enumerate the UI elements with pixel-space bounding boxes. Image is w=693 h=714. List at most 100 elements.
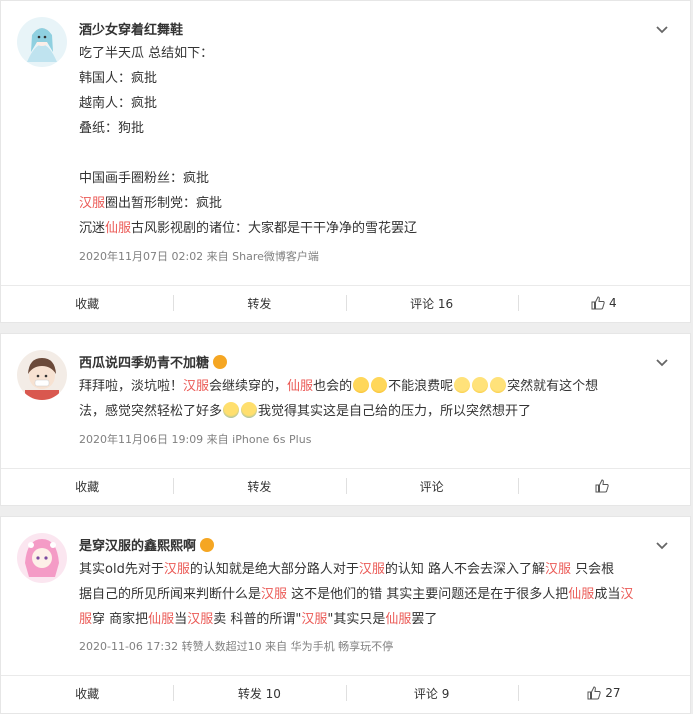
username[interactable]: 酒少女穿着红舞鞋 <box>79 19 183 38</box>
smile-emoji-icon <box>472 377 489 393</box>
repost-button[interactable]: 转发 10 <box>173 676 345 710</box>
avatar[interactable] <box>17 17 67 67</box>
comment-card: 西瓜说四季奶青不加糖 拜拜啦，淡坑啦！汉服会继续穿的，仙服也会的 不能浪费呢 突然就… <box>0 333 691 506</box>
chevron-down-icon[interactable] <box>654 21 670 37</box>
like-button[interactable]: 4 <box>517 286 690 320</box>
username-row: 是穿汉服的鑫熙熙啊 <box>79 535 215 554</box>
cry-emoji-icon <box>241 402 258 418</box>
comment-line <box>79 141 668 166</box>
topic-link[interactable]: 仙服 <box>385 612 411 627</box>
text-segment: 其实old先对于 <box>79 562 164 577</box>
text-segment: 圈出暂形制党：疯批 <box>105 196 223 211</box>
comment-button[interactable]: 评论 16 <box>345 286 518 320</box>
collect-label: 收藏 <box>75 686 100 701</box>
chevron-down-icon[interactable] <box>654 537 670 553</box>
avatar[interactable] <box>17 533 67 583</box>
comment-button[interactable]: 评论 9 <box>345 676 518 710</box>
topic-link[interactable]: 仙服 <box>105 221 131 236</box>
text-segment: 罢了 <box>411 612 438 627</box>
text-segment: 不能浪费呢 <box>388 379 454 394</box>
collect-button[interactable]: 收藏 <box>1 469 173 503</box>
topic-link[interactable]: 仙服 <box>568 587 594 602</box>
comment-line: 叠纸：狗批 <box>79 116 668 141</box>
thumbs-up-icon <box>595 479 609 493</box>
text-segment: 会继续穿的， <box>209 379 288 394</box>
repost-label: 转发 <box>247 296 272 311</box>
collect-label: 收藏 <box>75 296 100 311</box>
comment-line: 越南人：疯批 <box>79 91 668 116</box>
thumbs-up-icon <box>591 296 605 310</box>
like-count: 4 <box>609 296 617 310</box>
username[interactable]: 西瓜说四季奶青不加糖 <box>79 356 209 371</box>
text-segment: 卖 科普的所谓" <box>213 612 302 627</box>
comment-line: 据自己的所见所闻来判断什么是汉服 这不是他们的错 其实主要问题还是在于很多人把仙… <box>79 582 668 607</box>
topic-link[interactable]: 汉服 <box>79 196 105 211</box>
text-segment: 的认知 路人不会去深入了解 <box>384 562 546 577</box>
comment-line: 拜拜啦，淡坑啦！汉服会继续穿的，仙服也会的 不能浪费呢 突然就有这个想 <box>79 374 668 399</box>
text-segment: 越南人：疯批 <box>79 96 158 111</box>
laugh-emoji-icon <box>371 377 388 393</box>
action-bar: 收藏 转发 评论 <box>1 468 690 503</box>
thumbs-up-icon <box>587 686 601 700</box>
topic-link[interactable]: 仙服 <box>287 379 313 394</box>
text-segment: 的认知就是绝大部分路人对于 <box>189 562 359 577</box>
collect-label: 收藏 <box>75 479 100 494</box>
comment-line: 汉服圈出暂形制党：疯批 <box>79 191 668 216</box>
text-segment: 也会的 <box>313 379 353 394</box>
text-segment: 拜拜啦，淡坑啦！ <box>79 379 184 394</box>
like-button[interactable]: 27 <box>517 676 690 710</box>
comment-line: 沉迷仙服古风影视剧的诸位：大家都是干干净净的雪花罢辽 <box>79 216 668 241</box>
comment-meta: 2020年11月07日 02:02 来自 Share微博客户端 <box>79 250 319 263</box>
repost-button[interactable]: 转发 <box>173 286 345 320</box>
topic-link[interactable]: 汉服 <box>183 379 209 394</box>
like-button[interactable] <box>517 469 690 503</box>
action-bar: 收藏 转发 10 评论 9 27 <box>1 675 690 710</box>
comment-label: 评论 9 <box>413 686 450 701</box>
comment-card: 是穿汉服的鑫熙熙啊 其实old先对于汉服的认知就是绝大部分路人对于汉服的认知 路… <box>0 516 691 714</box>
comment-line: 服穿 商家把仙服当汉服卖 科普的所谓"汉服"其实只是仙服罢了 <box>79 607 668 632</box>
collect-button[interactable]: 收藏 <box>1 286 173 320</box>
topic-link[interactable]: 汉服 <box>301 612 327 627</box>
comment-label: 评论 <box>419 479 444 494</box>
comment-line: 其实old先对于汉服的认知就是绝大部分路人对于汉服的认知 路人不会去深入了解汉服… <box>79 557 668 582</box>
cry-emoji-icon <box>223 402 240 418</box>
text-segment: 叠纸：狗批 <box>79 121 145 136</box>
text-segment: 沉迷 <box>79 221 106 236</box>
text-segment: 我觉得其实这是自己给的压力，所以突然想开了 <box>258 404 532 419</box>
text-segment: "其实只是 <box>327 612 386 627</box>
comment-line: 韩国人：疯批 <box>79 66 668 91</box>
like-count: 27 <box>605 686 621 700</box>
text-segment: 法，感觉突然轻松了好多 <box>79 404 223 419</box>
username[interactable]: 是穿汉服的鑫熙熙啊 <box>79 539 196 554</box>
comment-text: 拜拜啦，淡坑啦！汉服会继续穿的，仙服也会的 不能浪费呢 突然就有这个想 法，感觉突然轻… <box>79 374 668 424</box>
member-badge-icon <box>213 355 228 369</box>
comment-label: 评论 16 <box>410 296 454 311</box>
topic-link[interactable]: 仙服 <box>148 612 174 627</box>
topic-link[interactable]: 汉服 <box>187 612 213 627</box>
avatar[interactable] <box>17 350 67 400</box>
topic-link[interactable]: 汉服 <box>261 587 287 602</box>
smile-emoji-icon <box>490 377 507 393</box>
action-bar: 收藏 转发 评论 16 4 <box>1 285 690 320</box>
comment-line: 吃了半天瓜 总结如下： <box>79 41 668 66</box>
smile-emoji-icon <box>454 377 471 393</box>
collect-button[interactable]: 收藏 <box>1 676 173 710</box>
text-segment: 据自己的所见所闻来判断什么是 <box>79 587 262 602</box>
topic-link[interactable]: 汉 <box>620 587 633 602</box>
topic-link[interactable]: 汉服 <box>164 562 190 577</box>
topic-link[interactable]: 汉服 <box>545 562 571 577</box>
topic-link[interactable]: 汉服 <box>359 562 385 577</box>
text-segment: 穿 商家把 <box>92 612 149 627</box>
comment-line: 法，感觉突然轻松了好多 我觉得其实这是自己给的压力，所以突然想开了 <box>79 399 668 424</box>
comment-line: 中国画手圈粉丝：疯批 <box>79 166 668 191</box>
repost-label: 转发 <box>247 479 272 494</box>
username-row: 西瓜说四季奶青不加糖 <box>79 352 228 371</box>
comment-text: 其实old先对于汉服的认知就是绝大部分路人对于汉服的认知 路人不会去深入了解汉服… <box>79 557 668 632</box>
text-segment: 成当 <box>594 587 621 602</box>
chevron-down-icon[interactable] <box>654 354 670 370</box>
text-segment: 只会根 <box>571 562 615 577</box>
topic-link[interactable]: 服 <box>79 612 92 627</box>
comment-button[interactable]: 评论 <box>345 469 518 503</box>
repost-button[interactable]: 转发 <box>173 469 345 503</box>
laugh-emoji-icon <box>353 377 370 393</box>
